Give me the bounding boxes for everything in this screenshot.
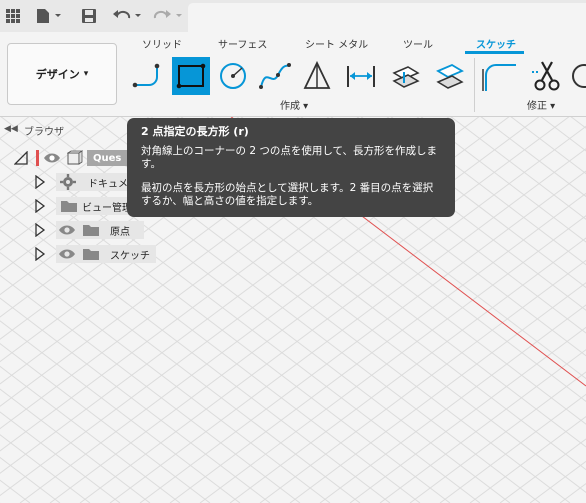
folder-icon — [61, 201, 77, 212]
line-icon[interactable] — [130, 57, 168, 95]
circle-partial-icon[interactable] — [566, 57, 586, 95]
tooltip-instructions: 最初の点を長方形の始点として選択します。2 番目の点を選択するか、幅と高さの値を… — [141, 182, 434, 207]
ribbon-separator — [474, 58, 475, 112]
browser-item-named-views[interactable]: ビュー管理 — [34, 196, 138, 216]
root-label: Ques — [93, 152, 122, 164]
component-icon — [67, 150, 83, 165]
browser-item-label: 原点 — [110, 226, 130, 238]
folder-icon — [83, 225, 99, 236]
modify-group-label[interactable]: 修正 ▾ — [527, 97, 555, 112]
eye-icon[interactable] — [58, 223, 76, 237]
expand-arrow-icon[interactable] — [34, 247, 46, 261]
expanded-triangle-icon[interactable] — [14, 151, 28, 165]
workspace-switcher[interactable]: デザイン ▾ — [7, 43, 117, 105]
browser-item-label: スケッチ — [110, 250, 150, 262]
expand-arrow-icon[interactable] — [34, 175, 46, 189]
grid-menu-icon[interactable] — [4, 5, 22, 27]
rectangle-tooltip: 2 点指定の長方形 (r) 対角線上のコーナーの 2 つの点を使用して、長方形を… — [127, 118, 455, 217]
expand-arrow-icon[interactable] — [34, 223, 46, 237]
undo-icon[interactable] — [111, 5, 143, 27]
rectangle-icon[interactable] — [172, 57, 210, 95]
browser-item-label: ビュー管理 — [82, 202, 132, 214]
browser-item-sketches[interactable]: スケッチ — [34, 244, 156, 264]
active-tab-indicator — [465, 51, 524, 54]
browser-root-node[interactable]: Ques — [14, 148, 128, 168]
chevron-down-icon: ▾ — [83, 69, 89, 79]
folder-icon — [83, 249, 99, 260]
redo-icon[interactable] — [152, 5, 184, 27]
file-icon[interactable] — [34, 5, 64, 27]
offset-icon[interactable] — [430, 57, 468, 95]
tab-sketch[interactable]: スケッチ — [476, 36, 516, 51]
browser-title: ブラウザ — [24, 127, 64, 138]
quick-access-toolbar — [0, 0, 586, 32]
collapse-arrow-icon[interactable]: ◀◀ — [4, 124, 18, 134]
browser-header: ◀◀ ブラウザ — [0, 119, 140, 139]
tab-surface[interactable]: サーフェス — [218, 36, 267, 51]
tooltip-description: 対角線上のコーナーの 2 つの点を使用して、長方形を作成します。 — [141, 145, 438, 170]
root-label-box[interactable]: Ques — [87, 150, 128, 166]
eye-icon[interactable] — [43, 151, 61, 165]
expand-arrow-icon[interactable] — [34, 199, 46, 213]
document-tab[interactable] — [188, 3, 586, 32]
project-icon[interactable] — [386, 57, 424, 95]
save-icon[interactable] — [80, 5, 98, 27]
eye-icon[interactable] — [58, 247, 76, 261]
browser-item-origin[interactable]: 原点 — [34, 220, 144, 240]
circle-icon[interactable] — [214, 57, 252, 95]
tooltip-title: 2 点指定の長方形 (r) — [141, 125, 249, 138]
trim-icon[interactable] — [528, 57, 566, 95]
create-group-label[interactable]: 作成 ▾ — [280, 97, 308, 112]
tab-solid[interactable]: ソリッド — [142, 36, 182, 51]
spline-icon[interactable] — [256, 57, 294, 95]
fillet-icon[interactable] — [480, 57, 518, 95]
triangle-icon[interactable] — [298, 57, 336, 95]
active-marker — [36, 150, 39, 166]
dimension-icon[interactable] — [342, 57, 380, 95]
workspace-label: デザイン — [35, 68, 80, 81]
tab-tools[interactable]: ツール — [403, 36, 433, 51]
tab-sheet-metal[interactable]: シート メタル — [305, 36, 368, 51]
ribbon: デザイン ▾ ソリッド サーフェス シート メタル ツール スケッチ 作成 ▾ … — [0, 32, 586, 117]
gear-icon — [60, 174, 76, 190]
